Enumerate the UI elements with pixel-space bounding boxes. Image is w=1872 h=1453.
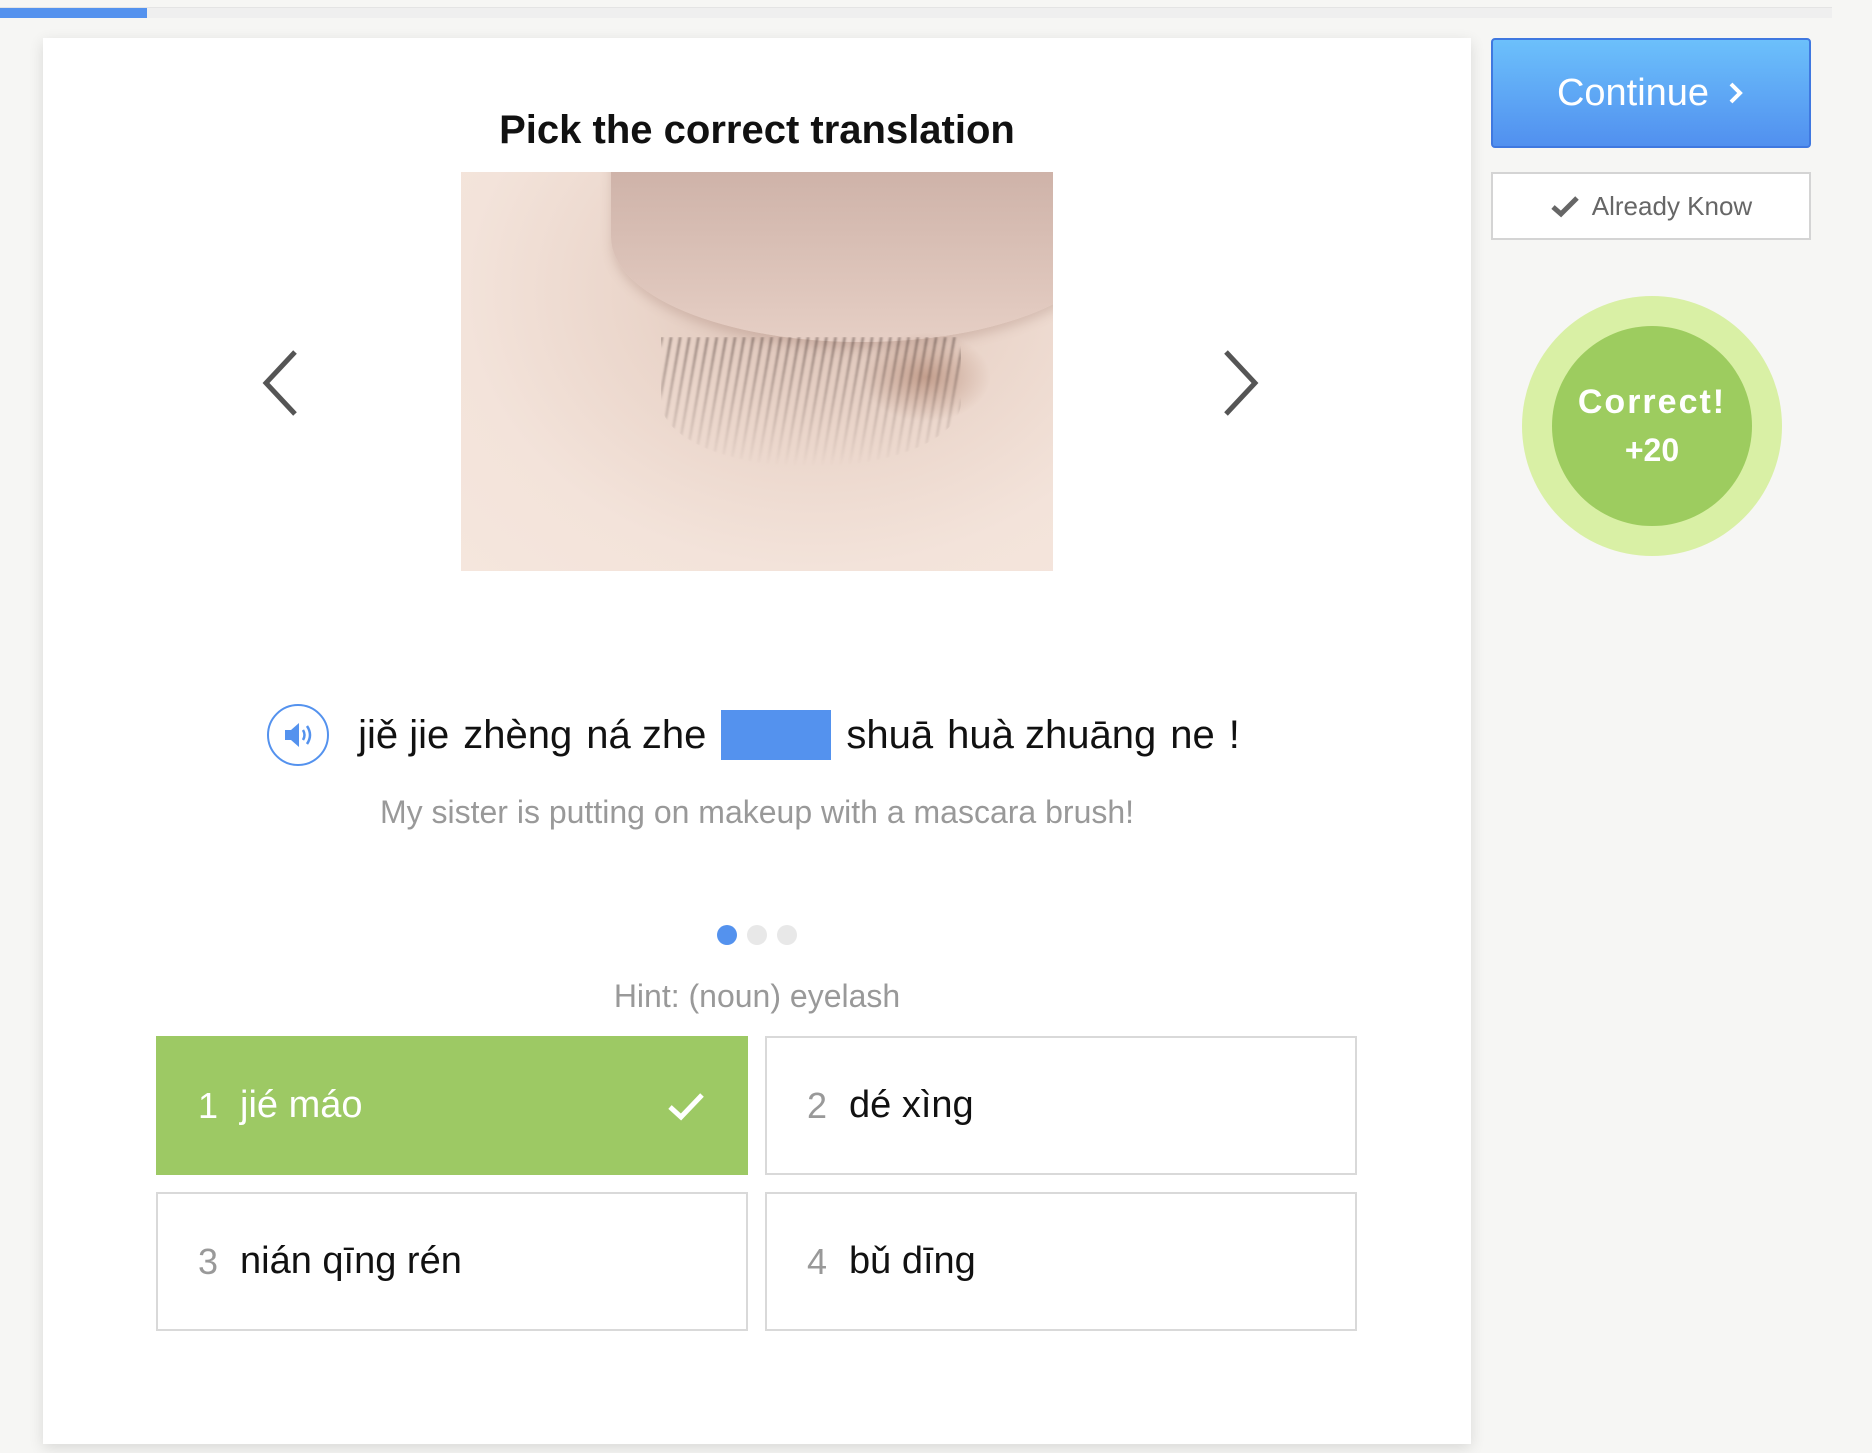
sentence-word: jiě jie: [358, 712, 450, 757]
option-text: bǔ dīng: [849, 1240, 976, 1282]
sentence-word: !: [1228, 712, 1240, 757]
carousel-dot[interactable]: [717, 925, 737, 945]
sentence-word: ne: [1170, 712, 1215, 757]
sentence-word: shuā: [846, 712, 934, 757]
chevron-right-icon: [1224, 350, 1259, 416]
speaker-icon: [285, 723, 312, 747]
checkmark-icon: [668, 1092, 704, 1120]
option-number: 3: [198, 1240, 219, 1282]
example-sentence: jiě jie zhèng ná zhe shuā huà zhuāng ne …: [43, 700, 1471, 770]
chevron-left-icon: [262, 350, 297, 416]
continue-label: Continue: [1556, 71, 1710, 114]
answer-option-4[interactable]: 4 bǔ dīng: [765, 1192, 1357, 1331]
answer-option-1[interactable]: 1 jié máo: [156, 1036, 748, 1175]
continue-button[interactable]: Continue: [1491, 38, 1811, 148]
sentence-word: huà zhuāng: [947, 712, 1157, 757]
option-number: 1: [198, 1084, 219, 1126]
option-number: 2: [807, 1084, 828, 1126]
option-number: 4: [807, 1240, 828, 1282]
checkmark-icon: [1551, 196, 1579, 218]
exercise-card: Pick the correct translation jiě jie zhè…: [43, 38, 1471, 1444]
carousel-dot[interactable]: [777, 925, 797, 945]
carousel-dots: [43, 925, 1471, 945]
sentence-word: ná zhe: [586, 712, 707, 757]
sentence-word: zhèng: [463, 712, 573, 757]
sentence-translation: My sister is putting on makeup with a ma…: [379, 794, 1135, 830]
points-earned: +20: [1624, 432, 1680, 468]
feedback-text: Correct!: [1577, 383, 1727, 421]
progress-fill: [0, 8, 147, 18]
exercise-title: Pick the correct translation: [499, 108, 1015, 152]
option-text: dé xìng: [849, 1084, 974, 1126]
carousel-dot[interactable]: [747, 925, 767, 945]
answer-blank: [721, 710, 832, 760]
play-audio-button[interactable]: [267, 704, 330, 766]
already-know-button[interactable]: Already Know: [1491, 172, 1811, 240]
chevron-right-icon: [1729, 82, 1743, 104]
next-image-button[interactable]: [1208, 338, 1268, 428]
progress-bar: [0, 7, 1832, 18]
option-text: nián qīng rén: [240, 1240, 462, 1282]
previous-image-button[interactable]: [253, 338, 313, 428]
answer-option-3[interactable]: 3 nián qīng rén: [156, 1192, 748, 1331]
correct-feedback-badge: Correct! +20: [1522, 296, 1782, 556]
option-text: jié máo: [240, 1084, 363, 1126]
already-know-label: Already Know: [1591, 190, 1753, 221]
answer-option-2[interactable]: 2 dé xìng: [765, 1036, 1357, 1175]
eyelash-photo: [461, 172, 1053, 571]
hint-text: Hint: (noun) eyelash: [613, 978, 901, 1014]
